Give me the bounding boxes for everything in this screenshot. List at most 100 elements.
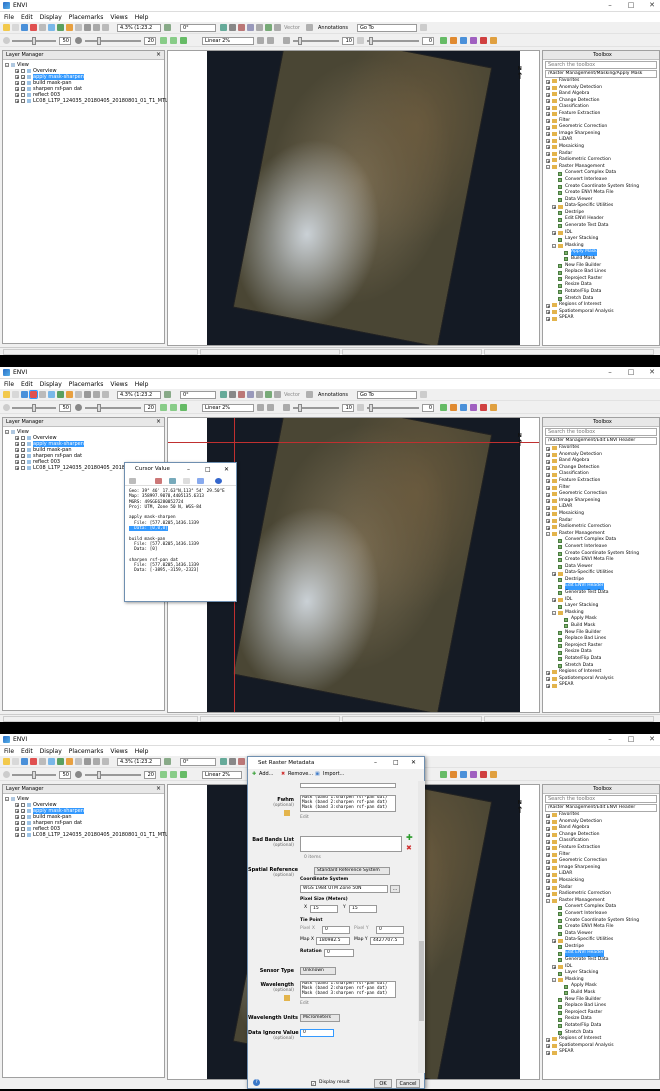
toolbox-item[interactable]: + Feature Extraction [543,478,659,485]
brightness-value[interactable]: 50 [59,771,71,779]
menu-placemarks[interactable]: Placemarks [65,12,107,21]
expand-icon[interactable]: + [546,512,550,517]
menu-edit[interactable]: Edit [17,379,36,388]
contrast-slider[interactable] [85,40,141,42]
add-button[interactable]: Add... [259,769,273,780]
expand-icon[interactable]: + [546,316,550,321]
remove-button[interactable]: Remove... [288,769,313,780]
toolbox-item[interactable]: - Masking [543,977,659,984]
expand-icon[interactable]: + [552,231,556,236]
expand-icon[interactable]: + [552,598,556,603]
layer-checkbox[interactable]: ✓ [21,442,25,447]
toolbox-item[interactable]: + Mosaicking [543,144,659,151]
layer-checkbox[interactable]: ✓ [21,81,25,86]
toolbox-item[interactable]: + Regions of Interest [543,302,659,309]
brightness-value[interactable]: 50 [59,404,71,412]
toolbox-item[interactable]: Resize Data [543,649,659,656]
menu-display[interactable]: Display [36,379,65,388]
expand-icon[interactable]: + [546,859,550,864]
measure-icon[interactable] [229,758,236,765]
contrast-value[interactable]: 20 [144,37,156,45]
zoom-out-icon[interactable] [93,24,100,31]
vector-edit-icon[interactable] [265,391,272,398]
copy-icon[interactable] [169,478,176,484]
layer-checkbox[interactable] [21,69,25,73]
expand-icon[interactable]: + [546,839,550,844]
blend-icon[interactable] [460,37,467,44]
toolbox-item[interactable]: Create ENVI Meta File [543,190,659,197]
contrast-slider[interactable] [85,774,141,776]
rotation-select[interactable]: 0° [180,758,216,766]
toolbox-item[interactable]: Replace Bad Lines [543,636,659,643]
tie-pixel-x[interactable]: 0 [322,926,350,934]
toolbox-item[interactable]: Convert Interleave [543,177,659,184]
toolbox-item[interactable]: + LiDAR [543,871,659,878]
zoom-out-icon[interactable] [93,758,100,765]
layer-checkbox[interactable] [21,803,25,807]
pixel-size-x[interactable]: 15 [310,905,338,913]
brightness-knob[interactable] [32,771,36,779]
collapse-icon[interactable]: - [546,165,550,170]
stretch-select[interactable]: Linear 2% [202,37,254,45]
expand-icon[interactable]: + [546,486,550,491]
tie-map-x[interactable]: 180982.5 [316,937,350,945]
expand-icon[interactable]: + [546,1044,550,1049]
zoom-icon[interactable] [75,758,82,765]
goto-button-icon[interactable] [420,24,427,31]
expand-icon[interactable]: + [15,821,19,826]
toolbox-item[interactable]: + Mosaicking [543,878,659,885]
swipe-icon[interactable] [480,404,487,411]
expand-icon[interactable]: + [546,92,550,97]
zoom-in-icon[interactable] [84,24,91,31]
cursor-value-icon[interactable] [29,390,38,399]
chip-icon[interactable] [450,37,457,44]
expand-icon[interactable]: + [552,204,556,209]
zoom-select[interactable]: 4.3% (1:23.2 [117,758,161,766]
layer-checkbox[interactable] [21,827,25,831]
toolbox-item[interactable]: Reproject Raster [543,276,659,283]
menu-display[interactable]: Display [36,12,65,21]
layer-checkbox[interactable]: ✓ [21,815,25,820]
wavelength-list[interactable]: Mask (band 1:sharpen rsf-pan dat) Mask (… [300,981,396,998]
toolbox-item[interactable]: + Favorites [543,812,659,819]
stretch-select[interactable]: Linear 2% [202,771,242,779]
layer-checkbox[interactable] [21,436,25,440]
toolbox-item[interactable]: Convert Complex Data [543,537,659,544]
expand-icon[interactable]: + [546,525,550,530]
sharpen-value[interactable]: 10 [342,404,354,412]
expand-icon[interactable]: + [546,1050,550,1055]
menu-views[interactable]: Views [106,12,130,21]
fixed-zoom-icon[interactable] [102,758,109,765]
toolbox-item[interactable]: Layer Stacking [543,970,659,977]
annotations-menu[interactable]: Annotations [318,391,348,399]
zoom-icon[interactable] [75,391,82,398]
toolbox-item[interactable]: + SPEAR [543,1049,659,1056]
toolbox-item[interactable]: Convert Complex Data [543,904,659,911]
minimize-icon[interactable]: – [603,1,617,9]
minimize-icon[interactable]: – [603,735,617,743]
expand-icon[interactable]: + [546,872,550,877]
brightness-knob[interactable] [32,404,36,412]
minimize-icon[interactable]: – [187,463,190,476]
stretch-icon[interactable] [160,771,167,778]
polygon-icon[interactable] [238,758,245,765]
toolbox-item[interactable]: + Data-Specific Utilities [543,203,659,210]
toolbox-item[interactable]: + Favorites [543,445,659,452]
goto-button-icon[interactable] [420,391,427,398]
remove-bad-band-icon[interactable]: ✖ [406,845,412,852]
transparency-knob[interactable] [369,37,373,45]
save-icon[interactable] [21,391,28,398]
maximize-icon[interactable]: □ [624,1,638,9]
pixel-size-y[interactable]: 15 [349,905,377,913]
zoom-in-icon[interactable] [84,391,91,398]
options-icon[interactable] [197,478,204,484]
layer-checkbox[interactable]: ✓ [21,821,25,826]
close-panel-icon[interactable]: × [156,418,161,426]
toolbox-item[interactable]: - Masking [543,610,659,617]
polygon-icon[interactable] [238,24,245,31]
close-icon[interactable]: ✕ [411,757,416,769]
goto-input[interactable]: Go To [357,24,417,32]
portal-icon[interactable] [440,771,447,778]
toolbox-item[interactable]: Resize Data [543,1016,659,1023]
polygon-icon[interactable] [238,391,245,398]
